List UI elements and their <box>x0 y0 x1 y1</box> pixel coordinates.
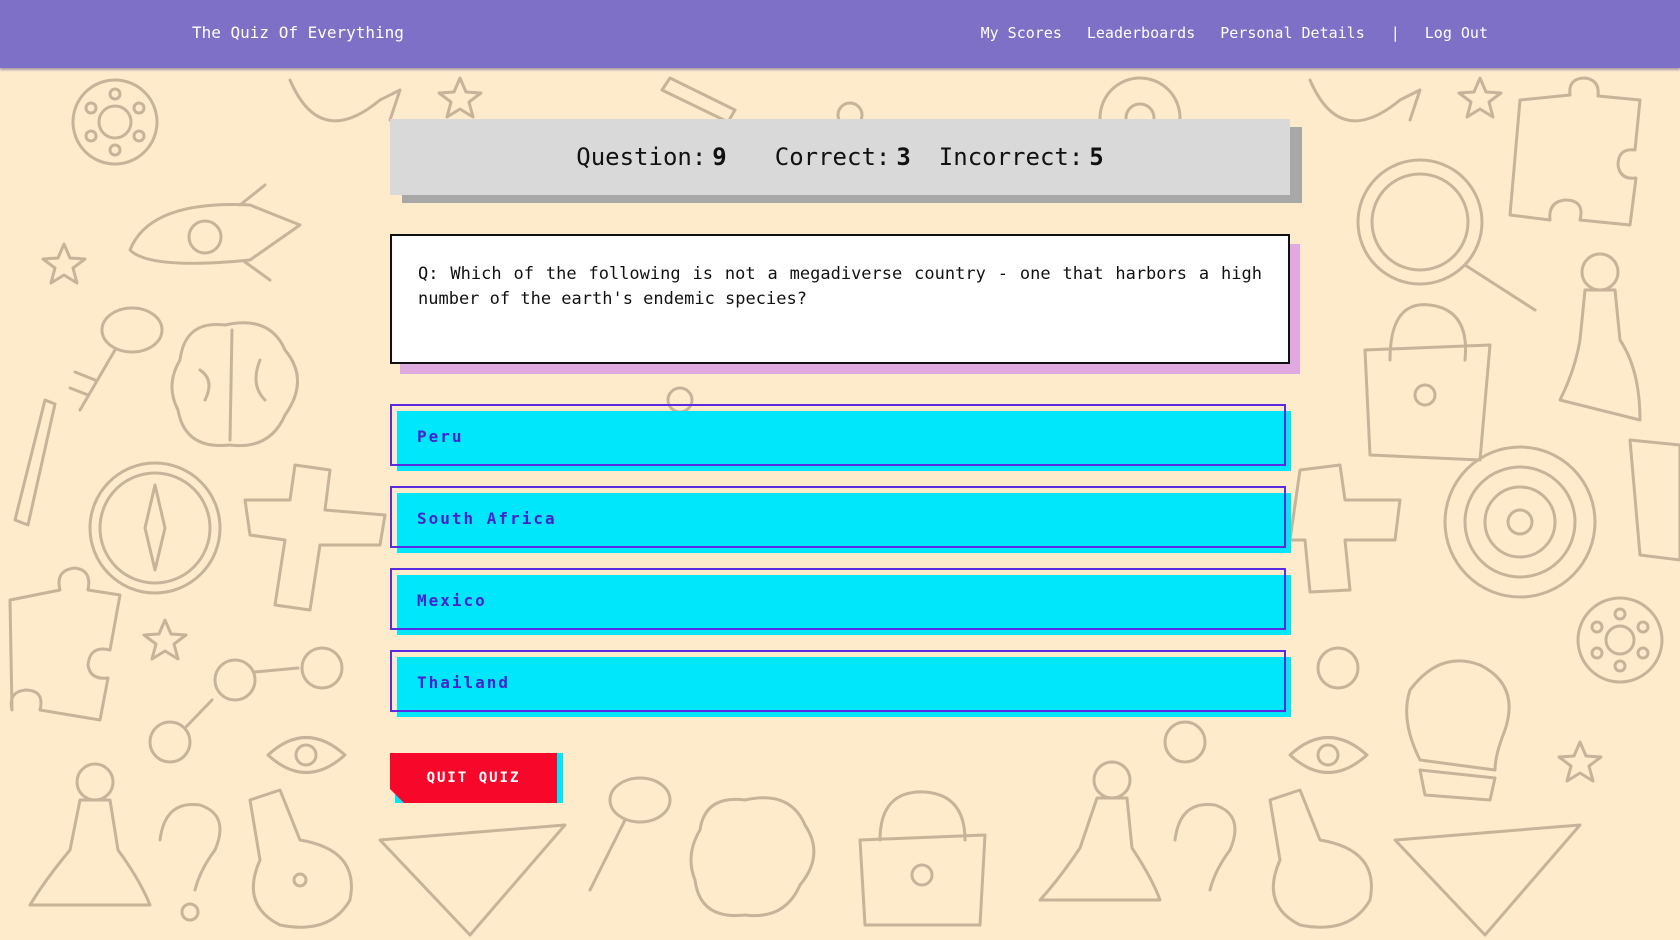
lock-icon <box>858 790 987 927</box>
nav-links: My Scores Leaderboards Personal Details … <box>956 22 1488 44</box>
key-icon <box>68 306 164 412</box>
incorrect-counter-label: Incorrect: <box>938 143 1084 171</box>
key-icon <box>588 776 672 892</box>
gear-icon <box>71 78 159 166</box>
answer-label: Mexico <box>417 591 487 610</box>
target-icon <box>1443 445 1597 599</box>
question-counter-value: 9 <box>712 143 727 171</box>
quit-quiz-label: QUIT QUIZ <box>426 770 521 786</box>
question-mark-icon <box>180 902 200 922</box>
arrow-icon <box>1308 78 1422 123</box>
counter-icon <box>148 646 344 764</box>
star-icon <box>41 242 87 285</box>
counter-icon <box>1163 720 1207 764</box>
rocket-icon <box>128 183 302 282</box>
correct-counter: Correct: 3 <box>775 143 911 171</box>
pencil-icon <box>13 398 57 527</box>
question-counter-label: Question: <box>576 143 707 171</box>
book-icon <box>1628 438 1680 562</box>
question-mark-icon <box>158 802 222 892</box>
brain-icon <box>689 796 816 918</box>
magnifier-icon <box>1356 158 1537 312</box>
lock-icon <box>1363 303 1492 462</box>
arrow-icon <box>288 78 402 123</box>
question-text: Q: Which of the following is not a megad… <box>418 264 1262 309</box>
chess-pawn-icon <box>28 762 152 907</box>
flask-icon <box>1268 788 1373 929</box>
answer-label: Thailand <box>417 673 511 692</box>
nav-log-out[interactable]: Log Out <box>1425 22 1488 44</box>
incorrect-counter: Incorrect: 5 <box>939 143 1104 171</box>
gear-icon <box>1576 596 1664 684</box>
cross-icon <box>1288 463 1402 594</box>
nav-leaderboards[interactable]: Leaderboards <box>1087 22 1195 44</box>
eye-icon <box>266 736 347 774</box>
star-icon <box>142 618 188 661</box>
answer-option-2[interactable]: South Africa <box>390 486 1291 553</box>
answer-label: Peru <box>417 427 464 446</box>
brain-icon <box>170 321 299 448</box>
ruler-icon <box>1393 823 1582 937</box>
star-icon <box>1457 76 1503 119</box>
question-card: Q: Which of the following is not a megad… <box>390 234 1290 364</box>
score-panel: Question: 9 Correct: 3 Incorrect: 5 <box>390 119 1290 195</box>
puzzle-icon <box>1508 76 1642 227</box>
correct-counter-label: Correct: <box>774 143 891 171</box>
flask-icon <box>248 788 353 929</box>
puzzle-icon <box>8 566 122 722</box>
incorrect-counter-value: 5 <box>1089 143 1104 171</box>
ruler-icon <box>378 823 567 937</box>
star-icon <box>1557 740 1603 783</box>
lightbulb-icon <box>1405 659 1511 802</box>
nav-separator: | <box>1390 24 1400 42</box>
counter-icon <box>1316 646 1360 690</box>
answer-label: South Africa <box>417 509 557 528</box>
compass-icon <box>88 461 222 595</box>
brand-title[interactable]: The Quiz Of Everything <box>192 22 404 44</box>
answer-option-1[interactable]: Peru <box>390 404 1291 471</box>
chess-pawn-icon <box>1038 760 1162 902</box>
navbar: The Quiz Of Everything My Scores Leaderb… <box>0 0 1680 68</box>
answer-option-4[interactable]: Thailand <box>390 650 1291 717</box>
nav-my-scores[interactable]: My Scores <box>981 22 1062 44</box>
answer-option-3[interactable]: Mexico <box>390 568 1291 635</box>
star-icon <box>437 76 483 119</box>
cross-icon <box>243 463 387 612</box>
question-counter: Question: 9 <box>576 143 727 171</box>
quit-quiz-button[interactable]: QUIT QUIZ <box>390 753 563 803</box>
pencil-icon <box>660 76 737 124</box>
nav-personal-details[interactable]: Personal Details <box>1220 22 1365 44</box>
chess-pawn-icon <box>1558 252 1642 422</box>
eye-icon <box>1288 736 1369 774</box>
correct-counter-value: 3 <box>896 143 911 171</box>
question-mark-icon <box>1173 802 1237 892</box>
